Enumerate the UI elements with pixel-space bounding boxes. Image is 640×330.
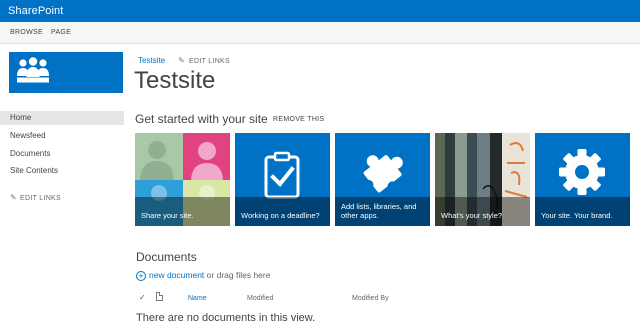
column-header-modified-by[interactable]: Modified By bbox=[352, 295, 389, 302]
ribbon-tab-page[interactable]: PAGE bbox=[51, 29, 71, 36]
people-logo-icon bbox=[17, 57, 49, 83]
column-header-modified[interactable]: Modified bbox=[247, 295, 273, 302]
remove-this-link[interactable]: REMOVE THIS bbox=[273, 116, 324, 123]
get-started-title: Get started with your site bbox=[135, 112, 268, 126]
new-document-row: + new document or drag files here bbox=[136, 270, 270, 281]
tile-caption: What's your style? bbox=[435, 197, 530, 226]
tile-caption: Share your site. bbox=[135, 197, 230, 226]
tile-deadline[interactable]: Working on a deadline? bbox=[235, 133, 330, 226]
nav-item-newsfeed[interactable]: Newsfeed bbox=[10, 131, 46, 140]
select-all-checkbox[interactable]: ✓ bbox=[139, 293, 146, 302]
page-title: Testsite bbox=[134, 67, 216, 94]
documents-title: Documents bbox=[136, 250, 197, 264]
ribbon-tab-browse[interactable]: BROWSE bbox=[10, 29, 43, 36]
document-type-icon bbox=[156, 292, 163, 301]
nav-edit-links-label: EDIT LINKS bbox=[20, 195, 61, 202]
new-document-link[interactable]: new document bbox=[149, 270, 204, 280]
get-started-tiles: Share your site. Working on a deadline? … bbox=[135, 133, 635, 226]
top-edit-links[interactable]: ✎ EDIT LINKS bbox=[178, 56, 230, 65]
pencil-icon: ✎ bbox=[10, 193, 18, 202]
suite-bar: SharePoint bbox=[0, 0, 640, 22]
tile-caption: Working on a deadline? bbox=[235, 197, 330, 226]
empty-list-message: There are no documents in this view. bbox=[136, 312, 316, 324]
tile-style[interactable]: What's your style? bbox=[435, 133, 530, 226]
ribbon: BROWSE PAGE bbox=[0, 22, 640, 44]
tile-caption: Add lists, libraries, and other apps. bbox=[335, 197, 430, 226]
top-edit-links-label: EDIT LINKS bbox=[189, 58, 230, 65]
tile-brand-label: Your site. Your brand. bbox=[541, 211, 613, 220]
pencil-icon: ✎ bbox=[178, 56, 186, 65]
nav-item-home[interactable]: Home bbox=[0, 111, 124, 125]
nav-item-site-contents[interactable]: Site Contents bbox=[10, 166, 58, 175]
drag-files-text: or drag files here bbox=[206, 270, 271, 280]
tile-add-apps-label: Add lists, libraries, and other apps. bbox=[341, 202, 417, 220]
tile-caption: Your site. Your brand. bbox=[535, 197, 630, 226]
plus-circle-icon[interactable]: + bbox=[136, 271, 146, 281]
site-logo[interactable] bbox=[9, 52, 123, 93]
tile-brand[interactable]: Your site. Your brand. bbox=[535, 133, 630, 226]
suite-brand[interactable]: SharePoint bbox=[8, 5, 63, 17]
nav-edit-links[interactable]: ✎ EDIT LINKS bbox=[10, 193, 61, 202]
nav-item-documents[interactable]: Documents bbox=[10, 149, 50, 158]
column-header-name[interactable]: Name bbox=[188, 295, 207, 302]
tile-add-apps[interactable]: Add lists, libraries, and other apps. bbox=[335, 133, 430, 226]
tile-deadline-label: Working on a deadline? bbox=[241, 211, 320, 220]
tile-style-label: What's your style? bbox=[441, 211, 503, 220]
tile-share-site-label: Share your site. bbox=[141, 211, 194, 220]
breadcrumb-site-link[interactable]: Testsite bbox=[138, 56, 165, 65]
tile-share-site[interactable]: Share your site. bbox=[135, 133, 230, 226]
